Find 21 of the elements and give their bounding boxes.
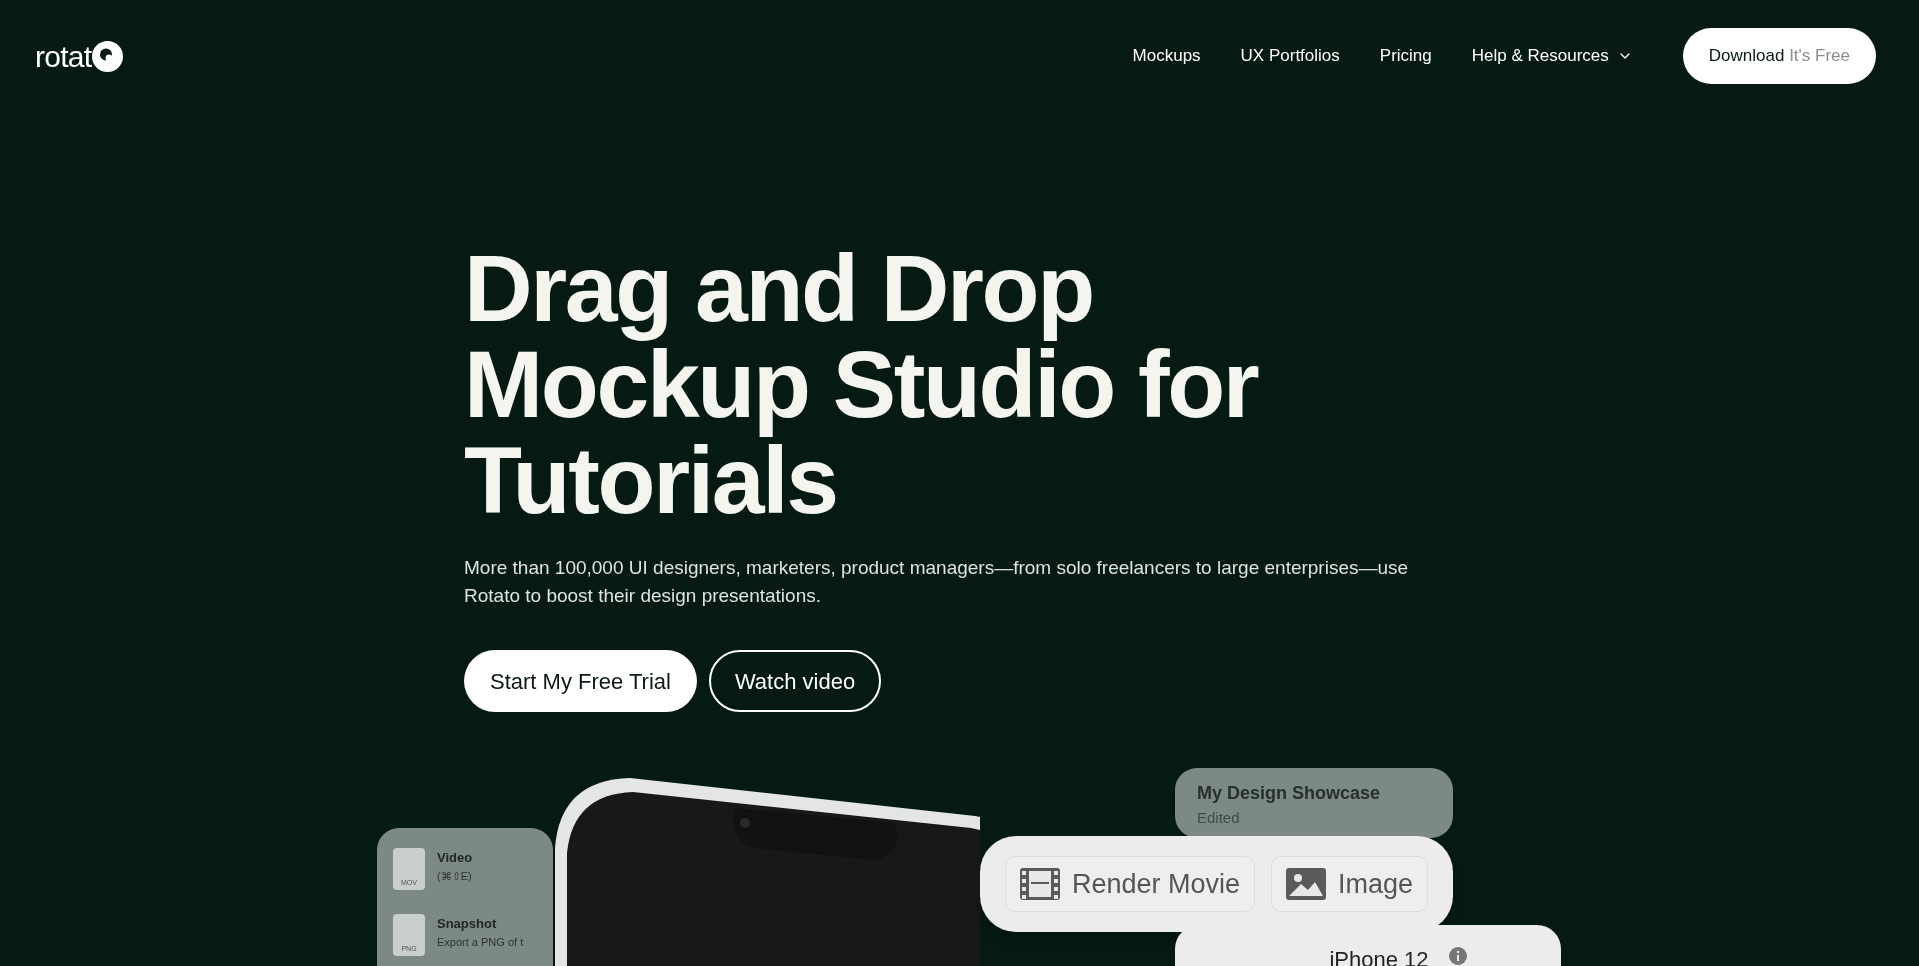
render-button[interactable]: Render Movie	[1005, 856, 1256, 912]
render-button[interactable]: Image	[1271, 856, 1429, 912]
nav-link[interactable]: UX Portfolios	[1240, 43, 1340, 69]
hero-title: Drag and Drop Mockup Studio for Tutorials	[464, 240, 1259, 528]
download-button[interactable]: Download It's Free	[1682, 28, 1876, 84]
watch-video-button[interactable]: Watch video	[708, 650, 882, 712]
menu-item-detail: Export a PNG of t	[437, 934, 524, 950]
menu-item-title: Snapshot	[437, 915, 498, 933]
project-status: Edited	[1197, 808, 1241, 828]
free-trial-button[interactable]: Start My Free Trial	[464, 650, 697, 712]
nav-link[interactable]: Mockups	[1132, 43, 1201, 69]
logo-wordmark[interactable]: rotat	[35, 33, 92, 79]
logo-icon[interactable]	[92, 40, 124, 72]
project-name: My Design Showcase	[1197, 782, 1382, 805]
menu-item-detail: (⌘⇧E)	[437, 868, 473, 884]
film-icon	[1020, 868, 1060, 900]
nav-link[interactable]: Help & Resources	[1471, 43, 1633, 69]
nav-link[interactable]: Pricing	[1379, 43, 1432, 69]
menu-item-title: Video	[437, 849, 473, 867]
hero-subtitle: More than 100,000 UI designers, marketers, product managers—from solo freelancers to large enterprises—use Rotato to boost their design presentations.	[464, 556, 1410, 608]
image-icon	[1286, 868, 1327, 900]
